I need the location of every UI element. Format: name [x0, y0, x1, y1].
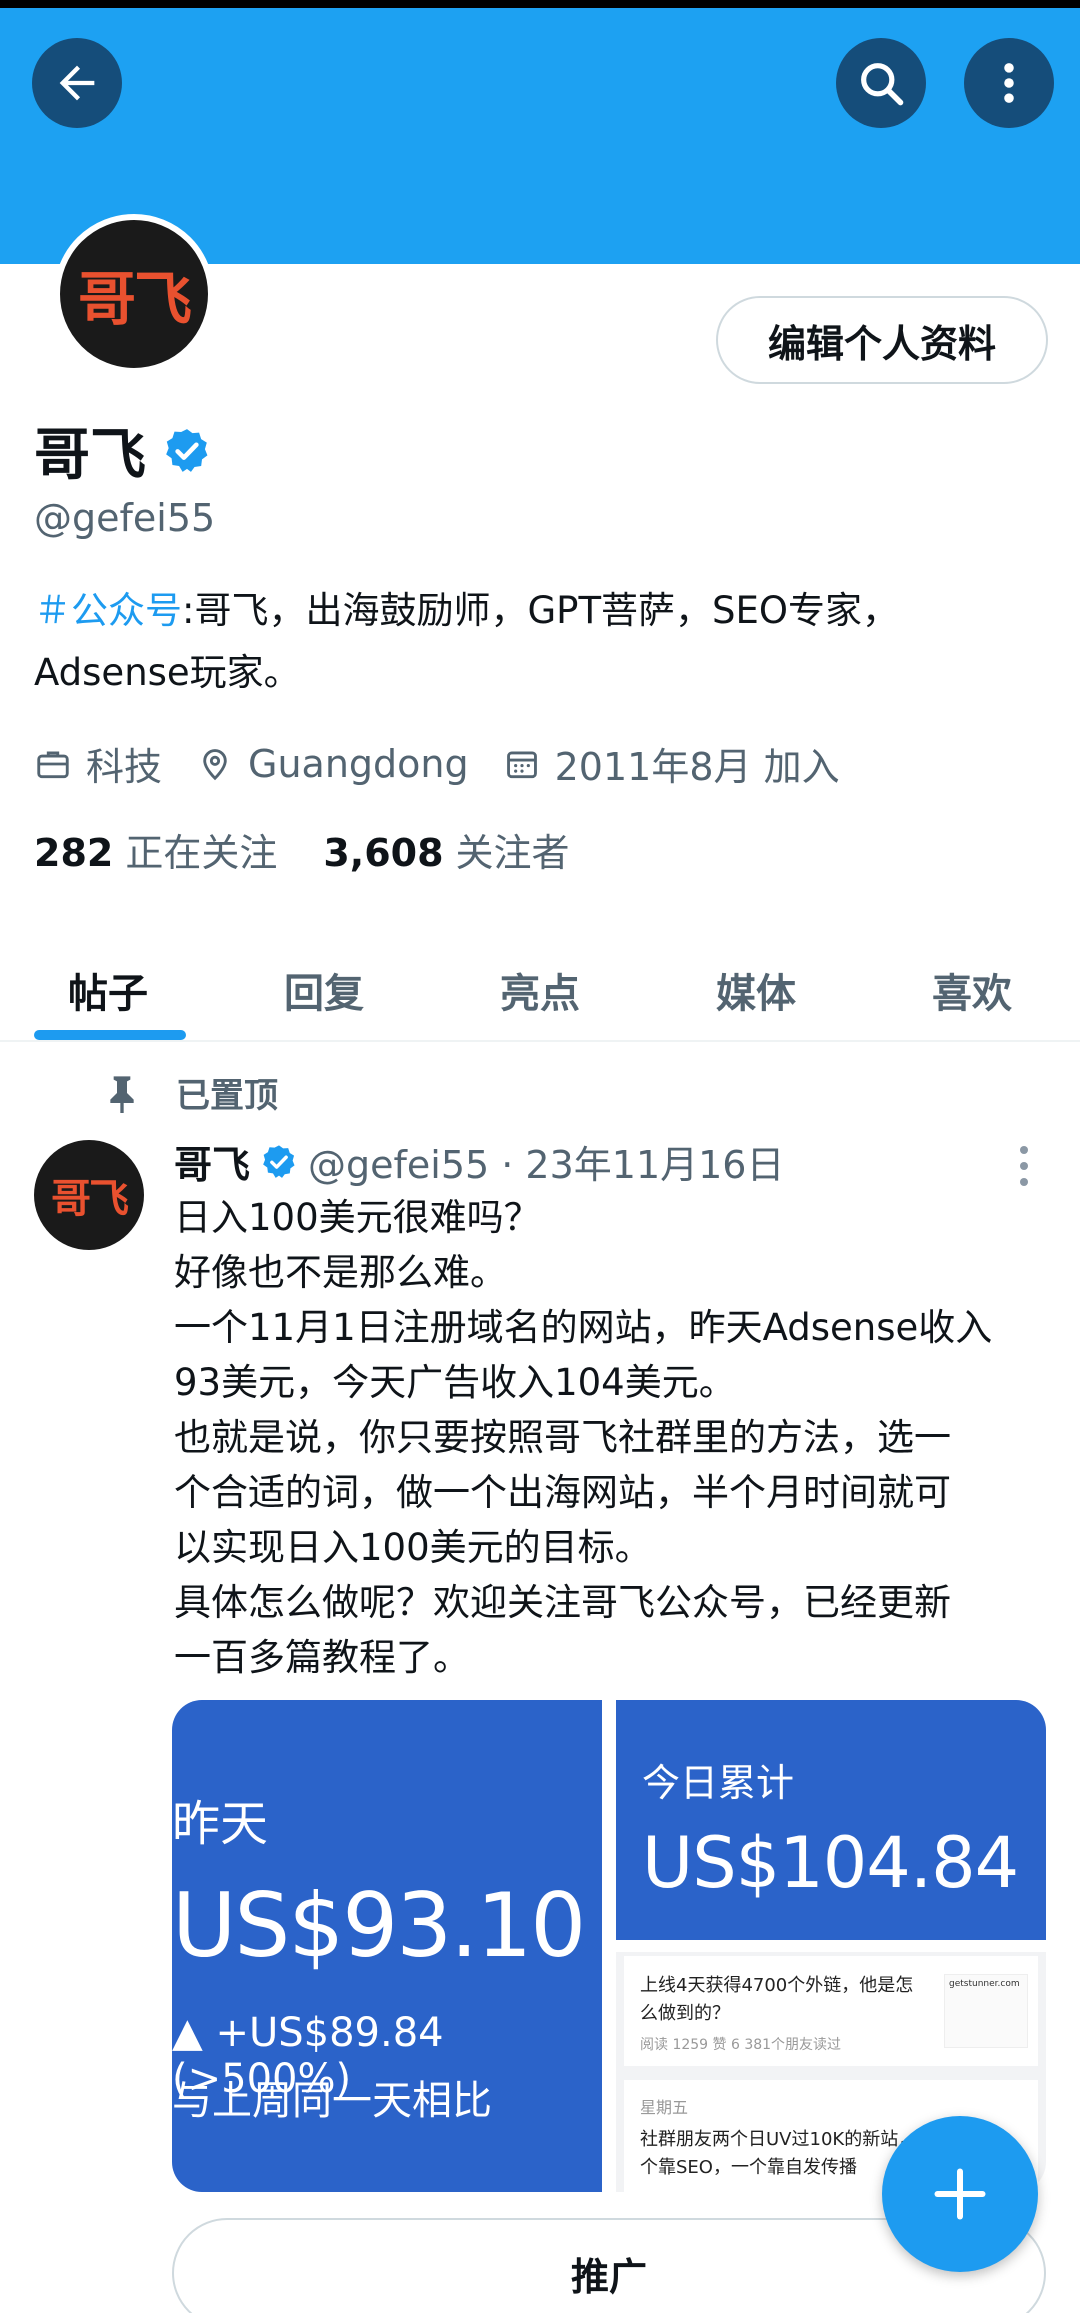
back-button[interactable]	[32, 38, 122, 128]
today-value: US$104.84	[642, 1822, 1019, 1904]
meta-location: Guangdong	[196, 742, 469, 786]
post-body: 日入100美元很难吗？ 好像也不是那么难。 一个11月1日注册域名的网站，昨天A…	[174, 1190, 1054, 1685]
media-image-today[interactable]: 今日累计 US$104.84	[616, 1700, 1046, 1940]
meta-category-text: 科技	[86, 745, 163, 789]
post-line: 一个11月1日注册域名的网站，昨天Adsense收入	[174, 1306, 993, 1349]
arrow-left-icon	[59, 65, 95, 101]
article-1-thumbnail: getstunner.com	[944, 1974, 1028, 2048]
post-header: 哥飞 @gefei55 · 23年11月16日	[174, 1134, 784, 1189]
verified-badge-icon	[166, 428, 208, 472]
post-line: 以实现日入100美元的目标。	[174, 1526, 652, 1569]
edit-profile-button[interactable]: 编辑个人资料	[716, 296, 1048, 384]
post-line: 具体怎么做呢？欢迎关注哥飞公众号，已经更新	[174, 1581, 951, 1624]
article-2-day: 星期五	[640, 2098, 689, 2117]
tab-likes[interactable]: 喜欢	[864, 940, 1080, 1040]
plus-icon	[934, 2168, 986, 2220]
meta-joined: 2011年8月 加入	[503, 736, 840, 791]
post-line: 也就是说，你只要按照哥飞社群里的方法，选一	[174, 1416, 951, 1459]
profile-name: 哥飞	[34, 410, 212, 491]
location-pin-icon	[203, 748, 227, 780]
meta-category: 科技	[34, 736, 162, 791]
more-vertical-icon	[1004, 63, 1014, 103]
profile-meta: 科技 Guangdong 2011年8月 加入	[34, 736, 874, 791]
post-line: 日入100美元很难吗？	[174, 1196, 541, 1239]
article-1-meta: 阅读 1259 赞 6 381个朋友读过	[640, 2037, 842, 2053]
media-image-yesterday[interactable]: 昨天 US$93.10 ▲ +US$89.84 (>500%) 与上周同一天相比	[172, 1700, 602, 2192]
display-name: 哥飞	[34, 423, 146, 488]
pinned-indicator: 已置顶	[104, 1068, 278, 1117]
calendar-icon	[506, 750, 537, 778]
post-line: 一百多篇教程了。	[174, 1636, 470, 1679]
post-line: 好像也不是那么难。	[174, 1251, 507, 1294]
post-line: 93美元，今天广告收入104美元。	[174, 1361, 736, 1404]
bio-hashtag-link[interactable]: ＃公众号	[34, 589, 182, 632]
post-handle-date: @gefei55 · 23年11月16日	[308, 1143, 785, 1187]
article-card-1: 上线4天获得4700个外链，他是怎么做到的？ 阅读 1259 赞 6 381个朋…	[624, 1956, 1038, 2066]
verified-badge-icon	[263, 1144, 295, 1178]
following-count: 282	[34, 831, 114, 875]
compose-fab-button[interactable]	[882, 2116, 1038, 2272]
pinned-label: 已置顶	[176, 1076, 278, 1116]
post-media-grid: 昨天 US$93.10 ▲ +US$89.84 (>500%) 与上周同一天相比…	[172, 1700, 1046, 2192]
yesterday-value: US$93.10	[172, 1874, 586, 1977]
profile-avatar[interactable]: 哥飞	[54, 214, 214, 374]
status-bar	[0, 0, 1080, 8]
bio-line-2: Adsense玩家。	[34, 651, 301, 694]
profile-bio: ＃公众号:哥飞，出海鼓励师，GPT菩萨，SEO专家， Adsense玩家。	[34, 580, 1044, 704]
bio-line-1: ＃公众号:哥飞，出海鼓励师，GPT菩萨，SEO专家，	[34, 580, 1044, 642]
article-1-title: 上线4天获得4700个外链，他是怎么做到的？	[640, 1975, 914, 2024]
tab-highlights[interactable]: 亮点	[432, 940, 648, 1040]
following-label: 正在关注	[125, 831, 278, 875]
meta-joined-text: 2011年8月 加入	[554, 745, 840, 789]
more-options-button[interactable]	[964, 38, 1054, 128]
meta-location-text: Guangdong	[248, 741, 469, 786]
avatar-text: 哥飞	[77, 265, 192, 333]
search-button[interactable]	[836, 38, 926, 128]
active-tab-indicator	[34, 1030, 186, 1040]
pin-icon	[110, 1075, 134, 1113]
tab-media[interactable]: 媒体	[648, 940, 864, 1040]
followers-link[interactable]: 3,608 关注者	[323, 822, 569, 877]
follow-stats: 282 正在关注 3,608 关注者	[34, 822, 616, 877]
followers-label: 关注者	[455, 831, 570, 875]
compare-text: 与上周同一天相比	[172, 2078, 492, 2124]
briefcase-icon	[37, 750, 69, 778]
tab-replies[interactable]: 回复	[216, 940, 432, 1040]
post-author-avatar[interactable]: 哥飞	[34, 1140, 144, 1250]
followers-count: 3,608	[323, 831, 444, 875]
profile-handle: @gefei55	[34, 496, 216, 540]
following-link[interactable]: 282 正在关注	[34, 822, 277, 877]
today-label: 今日累计	[642, 1761, 795, 1805]
post-author-name[interactable]: 哥飞	[174, 1134, 250, 1189]
profile-tabs: 帖子 回复 亮点 媒体 喜欢	[0, 940, 1080, 1042]
bio-text: :哥飞，出海鼓励师，GPT菩萨，SEO专家，	[182, 589, 900, 632]
post-line: 个合适的词，做一个出海网站，半个月时间就可	[174, 1471, 951, 1514]
avatar-small-text: 哥飞	[51, 1175, 129, 1222]
post-more-icon[interactable]	[1014, 1142, 1034, 1190]
tab-posts[interactable]: 帖子	[0, 940, 216, 1040]
yesterday-label: 昨天	[172, 1796, 269, 1852]
search-icon	[861, 63, 904, 106]
